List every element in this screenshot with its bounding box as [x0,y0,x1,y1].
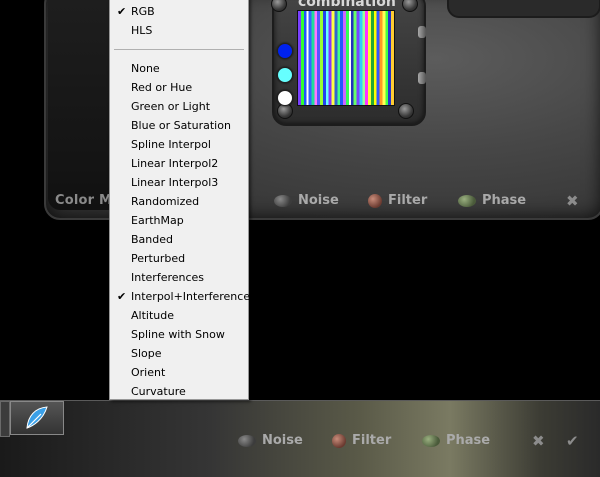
menu-item-label: Banded [131,233,173,246]
menu-item-linear-interpol3[interactable]: Linear Interpol3 [111,173,247,192]
taskbar-filter-button[interactable]: Filter [332,433,391,448]
menu-item-label: Altitude [131,309,174,322]
menu-item-label: Blue or Saturation [131,119,231,132]
color-swatch-1[interactable] [277,43,293,59]
menu-item-label: Interferences [131,271,205,284]
check-icon: ✔ [117,290,127,303]
menu-item-label: Curvature [131,385,186,398]
menu-item-linear-interpol2[interactable]: Linear Interpol2 [111,154,247,173]
menu-item-hls[interactable]: HLS [111,21,247,40]
menu-item-label: Perturbed [131,252,186,265]
green-stone-icon [458,194,476,207]
menu-item-label: None [131,62,160,75]
taskbar-item[interactable] [0,401,10,437]
menu-item-randomized[interactable]: Randomized [111,192,247,211]
menu-item-label: RGB [131,5,155,18]
side-knob[interactable] [418,72,426,84]
taskbar-noise-button[interactable]: Noise [238,433,303,448]
noise-button-label: Noise [298,193,339,208]
menu-item-curvature[interactable]: Curvature [111,382,247,401]
preview-title: combination [298,0,396,10]
menu-item-label: Red or Hue [131,81,193,94]
color-mode-area [48,0,112,210]
menu-item-label: EarthMap [131,214,184,227]
check-icon: ✔ [117,5,127,18]
taskbar-app-button[interactable] [10,401,64,435]
filter-button[interactable]: Filter [368,193,427,208]
close-icon[interactable]: ✖ [566,192,579,210]
top-right-frame [447,0,600,18]
taskbar-noise-label: Noise [262,433,303,448]
menu-item-label: Randomized [131,195,200,208]
color-swatch-2[interactable] [277,67,293,83]
feather-icon [26,406,48,429]
menu-item-spline-with-snow[interactable]: Spline with Snow [111,325,247,344]
menu-item-banded[interactable]: Banded [111,230,247,249]
menu-item-label: Interpol+Interferences [131,290,256,303]
menu-item-label: Spline with Snow [131,328,225,341]
menu-item-earthmap[interactable]: EarthMap [111,211,247,230]
menu-item-spline-interpol[interactable]: Spline Interpol [111,135,247,154]
side-knob[interactable] [418,26,426,38]
taskbar-ok-icon[interactable]: ✔ [566,432,579,450]
taskbar-phase-button[interactable]: Phase [422,433,490,448]
screw-icon [398,103,414,119]
menu-item-label: Spline Interpol [131,138,211,151]
menu-item-label: Slope [131,347,162,360]
color-preview[interactable] [297,10,395,106]
taskbar-filter-label: Filter [352,433,392,448]
menu-item-interferences[interactable]: Interferences [111,268,247,287]
menu-item-interpol-interferences[interactable]: ✔ Interpol+Interferences [111,287,256,306]
filter-button-label: Filter [388,193,428,208]
red-stone-icon [368,193,382,208]
phase-button[interactable]: Phase [458,193,526,208]
menu-separator [114,49,244,50]
phase-button-label: Phase [482,193,527,208]
menu-item-blue-or-saturation[interactable]: Blue or Saturation [111,116,247,135]
red-stone-icon [332,433,346,448]
menu-item-slope[interactable]: Slope [111,344,247,363]
menu-item-label: Linear Interpol3 [131,176,219,189]
stone-icon [238,434,256,447]
menu-item-label: Green or Light [131,100,211,113]
menu-item-label: Linear Interpol2 [131,157,219,170]
menu-item-altitude[interactable]: Altitude [111,306,247,325]
menu-item-orient[interactable]: Orient [111,363,247,382]
menu-item-green-or-light[interactable]: Green or Light [111,97,247,116]
color-swatch-3[interactable] [277,90,293,106]
menu-item-perturbed[interactable]: Perturbed [111,249,247,268]
menu-item-label: HLS [131,24,153,37]
green-stone-icon [422,434,440,447]
menu-item-rgb[interactable]: ✔ RGB [111,2,247,21]
taskbar-phase-label: Phase [446,433,491,448]
stone-icon [274,194,292,207]
noise-button[interactable]: Noise [274,193,339,208]
taskbar-close-icon[interactable]: ✖ [532,432,545,450]
menu-item-label: Orient [131,366,166,379]
color-mode-menu: ✔ RGB HLS None Red or Hue Green or Light… [109,0,256,401]
menu-item-red-or-hue[interactable]: Red or Hue [111,78,247,97]
menu-item-none[interactable]: None [111,59,247,78]
